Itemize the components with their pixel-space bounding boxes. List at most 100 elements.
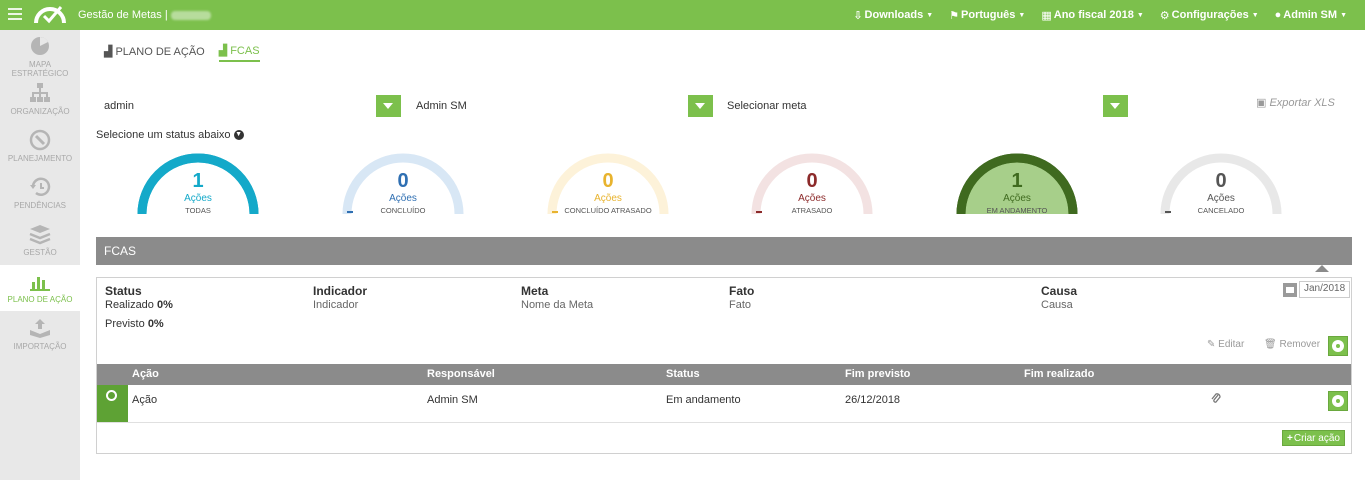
sidebar-item-mapa-estrategico[interactable]: MAPA ESTRATÉGICO [0,30,80,78]
export-xls-link[interactable]: ▣ Exportar XLS [1256,96,1335,109]
fcas-card: Status Realizado 0% Previsto 0% Indicado… [96,265,1352,454]
user-select[interactable]: admin [104,95,401,117]
top-menu: ⇩ Downloads ▼ ⚑ Português ▼ ▦ Ano fiscal 2018… [837,0,1347,30]
app-title: Gestão de Metas | [78,9,211,21]
sidebar: MAPA ESTRATÉGICO ORGANIZAÇÃO PLANEJAMENT… [0,30,80,480]
gauge-count: 0 [602,170,614,192]
sidebar-item-gestao[interactable]: GESTÃO [0,218,80,264]
sidebar-item-planejamento[interactable]: PLANEJAMENTO [0,124,80,170]
status-gauge-atrasado[interactable]: 0 Ações ATRASADO [750,152,874,216]
realizado-line: Realizado 0% [105,299,173,311]
date-picker[interactable]: Jan/2018 [1283,281,1351,298]
gauge-count: 0 [806,170,818,192]
caret-down-icon: ▼ [1340,11,1347,19]
pencil-icon: ✎ [1207,339,1216,350]
top-bar: Gestão de Metas | ⇩ Downloads ▼ ⚑ Português… [0,0,1365,30]
status-gauge-em-andamento[interactable]: 1 Ações EM ANDAMENTO [955,152,1079,216]
dropdown-arrow-icon[interactable] [1103,95,1128,117]
gauge-count: 0 [1215,170,1227,192]
language-menu[interactable]: ⚑ Português ▼ [949,9,1025,22]
tab-fcas[interactable]: ▟ FCAS [218,44,260,62]
responsible-select[interactable]: Admin SM [416,95,713,117]
calendar-icon: ▦ [1041,9,1052,22]
causa-column: Causa Causa [1041,284,1078,311]
gauge-label: CONCLUÍDO [380,206,426,215]
gauge-sublabel: Ações [798,193,826,204]
fato-column: Fato Fato [729,284,755,311]
goal-select[interactable]: Selecionar meta [727,95,1128,117]
bar-chart-icon [30,277,50,291]
gauge-count: 1 [1011,170,1023,192]
remove-button[interactable]: 🗑 Remover [1264,339,1320,350]
sidebar-item-importacao[interactable]: IMPORTAÇÃO [0,312,80,358]
caret-down-icon: ▼ [1018,11,1026,19]
actions-table-header: Ação Responsável Status Fim previsto Fim… [97,364,1351,385]
status-gauge-cancelado[interactable]: 0 Ações CANCELADO [1159,152,1283,216]
logo-icon [34,6,66,24]
gauge-label: CANCELADO [1197,206,1245,215]
bar-chart-icon: ▟ [104,46,113,58]
org-chart-icon [30,83,50,102]
excel-file-icon: ▣ [1256,97,1267,109]
download-icon: ⇩ [853,9,863,22]
gauge-sublabel: Ações [594,193,622,204]
row-settings-button[interactable] [1328,391,1348,411]
gear-icon [1332,395,1344,407]
previsto-line: Previsto 0% [105,318,164,330]
gauge-label: TODAS [185,206,211,215]
gauge-sublabel: Ações [1003,193,1031,204]
caret-down-icon: ▼ [926,11,934,19]
hamburger-menu-icon[interactable] [8,8,22,21]
status-column: Status [105,284,142,298]
section-header: FCAS [96,237,1352,265]
bar-chart-icon: ▟ [218,45,228,57]
compass-icon [29,129,51,151]
flag-icon: ⚑ [949,9,960,22]
gauge-sublabel: Ações [1207,193,1235,204]
blurred-company-name [170,10,211,20]
pie-chart-icon [31,37,49,55]
indicador-column: Indicador Indicador [313,284,368,311]
calendar-icon[interactable] [1283,282,1297,297]
paperclip-icon[interactable] [1211,393,1221,405]
settings-menu[interactable]: ⚙ Configurações ▼ [1160,9,1259,22]
tab-plano-de-acao[interactable]: ▟ PLANO DE AÇÃO [104,44,205,62]
table-row[interactable]: Ação Admin SM Em andamento 26/12/2018 [97,385,1351,423]
arrow-down-circle-icon: ▼ [233,130,244,141]
tab-bar: ▟ PLANO DE AÇÃO ▟ FCAS [104,44,274,62]
meta-column: Meta Nome da Meta [521,284,594,311]
status-hint: Selecione um status abaixo ▼ [96,129,244,141]
gauge-label: CONCLUÍDO ATRASADO [564,206,652,215]
trash-icon: 🗑 [1264,339,1277,350]
user-menu[interactable]: ● Admin SM ▼ [1275,9,1347,21]
fiscal-year-menu[interactable]: ▦ Ano fiscal 2018 ▼ [1041,9,1143,22]
plus-icon: + [1287,432,1293,444]
gauge-label: EM ANDAMENTO [986,206,1048,215]
status-indicator [97,385,128,422]
card-settings-button[interactable] [1328,336,1348,356]
status-gauge-concluído[interactable]: 0 Ações CONCLUÍDO [341,152,465,216]
sidebar-item-pendencias[interactable]: PENDÊNCIAS [0,171,80,217]
sidebar-item-plano-de-acao[interactable]: PLANO DE AÇÃO [0,265,80,311]
history-icon [30,177,51,196]
gauge-sublabel: Ações [389,193,417,204]
caret-down-icon: ▼ [1251,11,1259,19]
status-gauge-todas[interactable]: 1 Ações TODAS [136,152,260,216]
create-action-button[interactable]: + Criar ação [1282,430,1345,446]
status-gauge-concluído-atrasado[interactable]: 0 Ações CONCLUÍDO ATRASADO [546,152,670,216]
gauge-sublabel: Ações [184,193,212,204]
header-notch [1315,265,1329,272]
sidebar-item-organizacao[interactable]: ORGANIZAÇÃO [0,77,80,123]
gauge-label: ATRASADO [791,206,833,215]
downloads-menu[interactable]: ⇩ Downloads ▼ [853,9,933,22]
user-icon: ● [1274,9,1282,21]
dropdown-arrow-icon[interactable] [688,95,713,117]
caret-down-icon: ▼ [1136,11,1144,19]
upload-tray-icon [30,319,50,338]
dropdown-arrow-icon[interactable] [376,95,401,117]
gear-icon: ⚙ [1159,9,1170,22]
gauge-count: 1 [192,170,204,192]
edit-button[interactable]: ✎ Editar [1207,339,1244,350]
stack-icon [29,225,51,245]
gauge-count: 0 [397,170,409,192]
